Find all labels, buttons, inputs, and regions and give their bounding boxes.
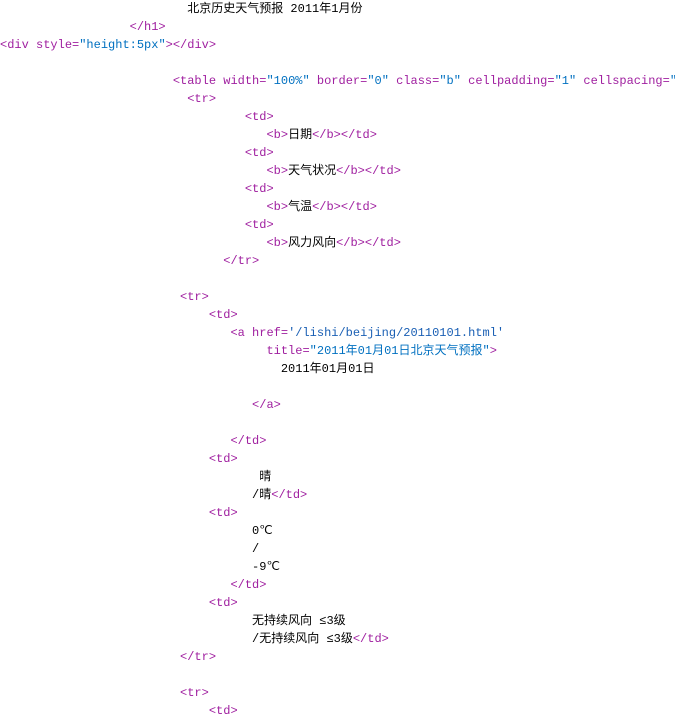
div-open: <div — [0, 38, 29, 52]
row-link-title: "2011年01月01日北京天气预报" — [310, 344, 490, 358]
html-source-view: 北京历史天气预报 2011年1月份 </h1> <div style="heig… — [0, 0, 675, 720]
row-temp-low: -9℃ — [252, 560, 280, 574]
row-weather-day: 晴 — [259, 470, 271, 484]
row-link-href[interactable]: '/lishi/beijing/20110101.html' — [288, 326, 504, 340]
col-date: 日期 — [288, 128, 312, 142]
col-wind: 风力风向 — [288, 236, 336, 250]
row-temp-sep: / — [252, 542, 259, 556]
row-wind-day: 无持续风向 ≤3级 — [252, 614, 346, 628]
col-weather: 天气状况 — [288, 164, 336, 178]
row-wind-night: /无持续风向 ≤3级 — [252, 632, 353, 646]
page-title-text: 北京历史天气预报 2011年1月份 — [187, 2, 362, 16]
close-h1-tag: </h1> — [130, 20, 166, 34]
tr-open: <tr> — [180, 686, 209, 700]
row-weather-night: /晴 — [252, 488, 271, 502]
tr-open: <tr> — [187, 92, 216, 106]
tr-open: <tr> — [180, 290, 209, 304]
line: 北京历史天气预报 2011年1月份 </h1> <div style="heig… — [0, 2, 675, 718]
row-date-text: 2011年01月01日 — [281, 362, 375, 376]
col-temp: 气温 — [288, 200, 312, 214]
row-temp-high: 0℃ — [252, 524, 273, 538]
